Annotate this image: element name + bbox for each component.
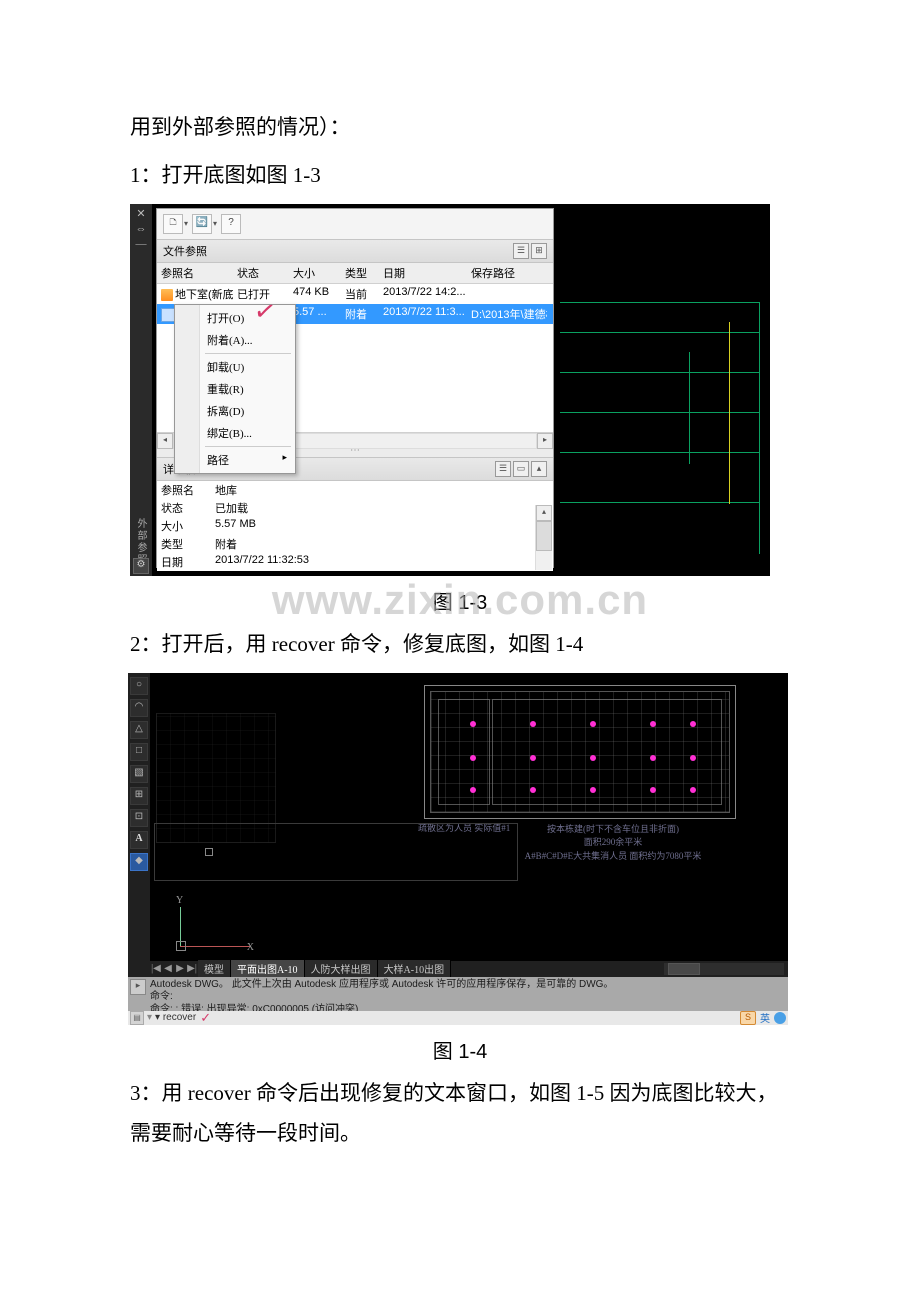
detail-row: 类型附着 — [157, 535, 553, 553]
chevron-down-icon[interactable]: ▾ — [213, 219, 217, 228]
figure-1-4: ○ ◠ △ □ ▧ ⊞ ⊡ A ◆ — [128, 673, 788, 1025]
tab-last-icon[interactable]: ▶| — [186, 963, 198, 974]
scroll-left-icon[interactable]: ◂ — [157, 433, 173, 449]
tool-grid-icon[interactable]: ⊡ — [130, 809, 148, 827]
table-header: 参照名 状态 大小 类型 日期 保存路径 — [157, 263, 553, 284]
tool-table-icon[interactable]: ⊞ — [130, 787, 148, 805]
col-status[interactable]: 状态 — [233, 263, 289, 283]
details-view-icon[interactable]: ☰ — [495, 461, 511, 477]
detail-row: 状态已加载 — [157, 499, 553, 517]
minimize-icon[interactable]: — — [136, 238, 147, 250]
command-input[interactable]: ▾ recover — [155, 1012, 196, 1023]
file-refs-header: 文件参照 ☰ ⊞ — [157, 239, 553, 263]
scroll-thumb[interactable] — [536, 521, 552, 551]
cad-canvas — [560, 212, 770, 564]
figure-1-3: ✕ ⇔ — 外部参照 ⚙ 🗅 ▾ 🔄 ▾ ? 文件参照 ☰ ⊞ 参照名 — [130, 204, 770, 576]
scroll-up-icon[interactable]: ▴ — [536, 505, 552, 521]
scroll-right-icon[interactable]: ▸ — [537, 433, 553, 449]
axis-ucs: Y X — [180, 907, 250, 947]
detail-row: 日期2013/7/22 11:32:53 — [157, 553, 553, 571]
collapse-icon[interactable]: ▴ — [531, 461, 547, 477]
preview-view-icon[interactable]: ▭ — [513, 461, 529, 477]
chevron-right-icon: ▸ — [282, 452, 287, 463]
viewport-frame — [154, 823, 518, 881]
panel-toolbar: 🗅 ▾ 🔄 ▾ ? — [157, 209, 553, 239]
context-menu: 打开(O) 附着(A)... 卸载(U) 重载(R) 拆离(D) 绑定(B)..… — [174, 304, 296, 474]
col-path[interactable]: 保存路径 — [467, 263, 547, 283]
xref-icon — [161, 308, 175, 322]
cad-canvas[interactable]: 疏散区为人员 实际值#1 按本栋建(时下不含车位且非折面) 面积290余平米 A… — [150, 673, 788, 961]
step-3: 3：用 recover 命令后出现修复的文本窗口，如图 1-5 因为底图比较大，… — [130, 1074, 790, 1154]
cmd-line: 命令: — [150, 991, 784, 1004]
step-2: 2：打开后，用 recover 命令，修复底图，如图 1-4 — [130, 625, 790, 665]
table-row[interactable]: 地下室(新底... 已打开 474 KB 当前 2013/7/22 14:2..… — [157, 284, 553, 304]
menu-unload[interactable]: 卸载(U) — [177, 356, 293, 378]
paragraph-context: 用到外部参照的情况）： — [130, 108, 790, 148]
col-size[interactable]: 大小 — [289, 263, 341, 283]
ime-mode-icon[interactable] — [774, 1012, 786, 1024]
menu-path[interactable]: 路径▸ — [177, 449, 293, 471]
tab-first-icon[interactable]: |◀ — [150, 963, 162, 974]
command-history: ▸ Autodesk DWG。 此文件上次由 Autodesk 应用程序或 Au… — [128, 977, 788, 1011]
close-icon[interactable]: ✕ — [136, 207, 145, 220]
tree-view-icon[interactable]: ⊞ — [531, 243, 547, 259]
tab-scrollbar[interactable] — [664, 963, 784, 975]
tab-layout-defense[interactable]: 人防大样出图 — [305, 960, 378, 977]
figure-1-4-caption: 图 1-4 — [130, 1035, 790, 1064]
tool-circle-icon[interactable]: ○ — [130, 677, 148, 695]
tab-layout-detail-a10[interactable]: 大样A-10出图 — [378, 960, 452, 977]
tab-prev-icon[interactable]: ◀ — [162, 963, 174, 974]
menu-bind[interactable]: 绑定(B)... — [177, 422, 293, 444]
tool-hatch-icon[interactable]: ▧ — [130, 765, 148, 783]
tab-next-icon[interactable]: ▶ — [174, 963, 186, 974]
menu-reload[interactable]: 重载(R) — [177, 378, 293, 400]
detail-row: 大小5.57 MB — [157, 517, 553, 535]
attach-dwg-icon[interactable]: 🗅 — [163, 214, 183, 234]
dwg-icon — [161, 289, 173, 301]
tab-layout-a10[interactable]: 平面出图A-10 — [231, 960, 305, 977]
cmd-line: Autodesk DWG。 此文件上次由 Autodesk 应用程序或 Auto… — [150, 979, 784, 992]
dock-icon[interactable]: ⇔ — [136, 223, 147, 235]
ime-s-icon[interactable]: S — [740, 1011, 756, 1025]
help-icon[interactable]: ? — [221, 214, 241, 234]
tool-text-icon[interactable]: A — [130, 831, 148, 849]
v-scrollbar[interactable]: ▴ — [535, 505, 552, 570]
annotation-check-icon: ✓ — [200, 1010, 211, 1026]
step-1: 1：打开底图如图 1-3 — [130, 156, 790, 196]
ime-indicator: S 英 — [740, 1011, 786, 1025]
command-input-row: ▤ ▾ ▾ recover ✓ S 英 — [128, 1011, 788, 1025]
detail-row: 参照名地库 — [157, 481, 553, 499]
command-prompt-icon[interactable]: ▤ — [130, 1011, 144, 1025]
tool-diamond-icon[interactable]: ◆ — [130, 853, 148, 871]
list-view-icon[interactable]: ☰ — [513, 243, 529, 259]
layout-tabs: |◀ ◀ ▶ ▶| 模型 平面出图A-10 人防大样出图 大样A-10出图 — [150, 961, 788, 977]
file-refs-label: 文件参照 — [163, 243, 207, 259]
details-pane: 参照名地库 状态已加载 大小5.57 MB 类型附着 日期2013/7/22 1… — [157, 481, 553, 571]
col-name[interactable]: 参照名 — [157, 263, 233, 283]
tool-palette: ○ ◠ △ □ ▧ ⊞ ⊡ A ◆ — [128, 673, 150, 1003]
panel-properties-icon[interactable]: ⚙ — [133, 558, 149, 574]
tool-arc-icon[interactable]: ◠ — [130, 699, 148, 717]
tool-triangle-icon[interactable]: △ — [130, 721, 148, 739]
tool-rect-icon[interactable]: □ — [130, 743, 148, 761]
figure-1-3-caption: 图 1-3 — [130, 586, 790, 615]
menu-attach[interactable]: 附着(A)... — [177, 329, 293, 351]
col-type[interactable]: 类型 — [341, 263, 379, 283]
command-area-icon[interactable]: ▸ — [130, 979, 146, 995]
col-date[interactable]: 日期 — [379, 263, 467, 283]
menu-detach[interactable]: 拆离(D) — [177, 400, 293, 422]
chevron-down-icon[interactable]: ▾ — [184, 219, 188, 228]
refresh-icon[interactable]: 🔄 — [192, 214, 212, 234]
ime-lang[interactable]: 英 — [760, 1010, 770, 1025]
tab-model[interactable]: 模型 — [198, 960, 231, 977]
